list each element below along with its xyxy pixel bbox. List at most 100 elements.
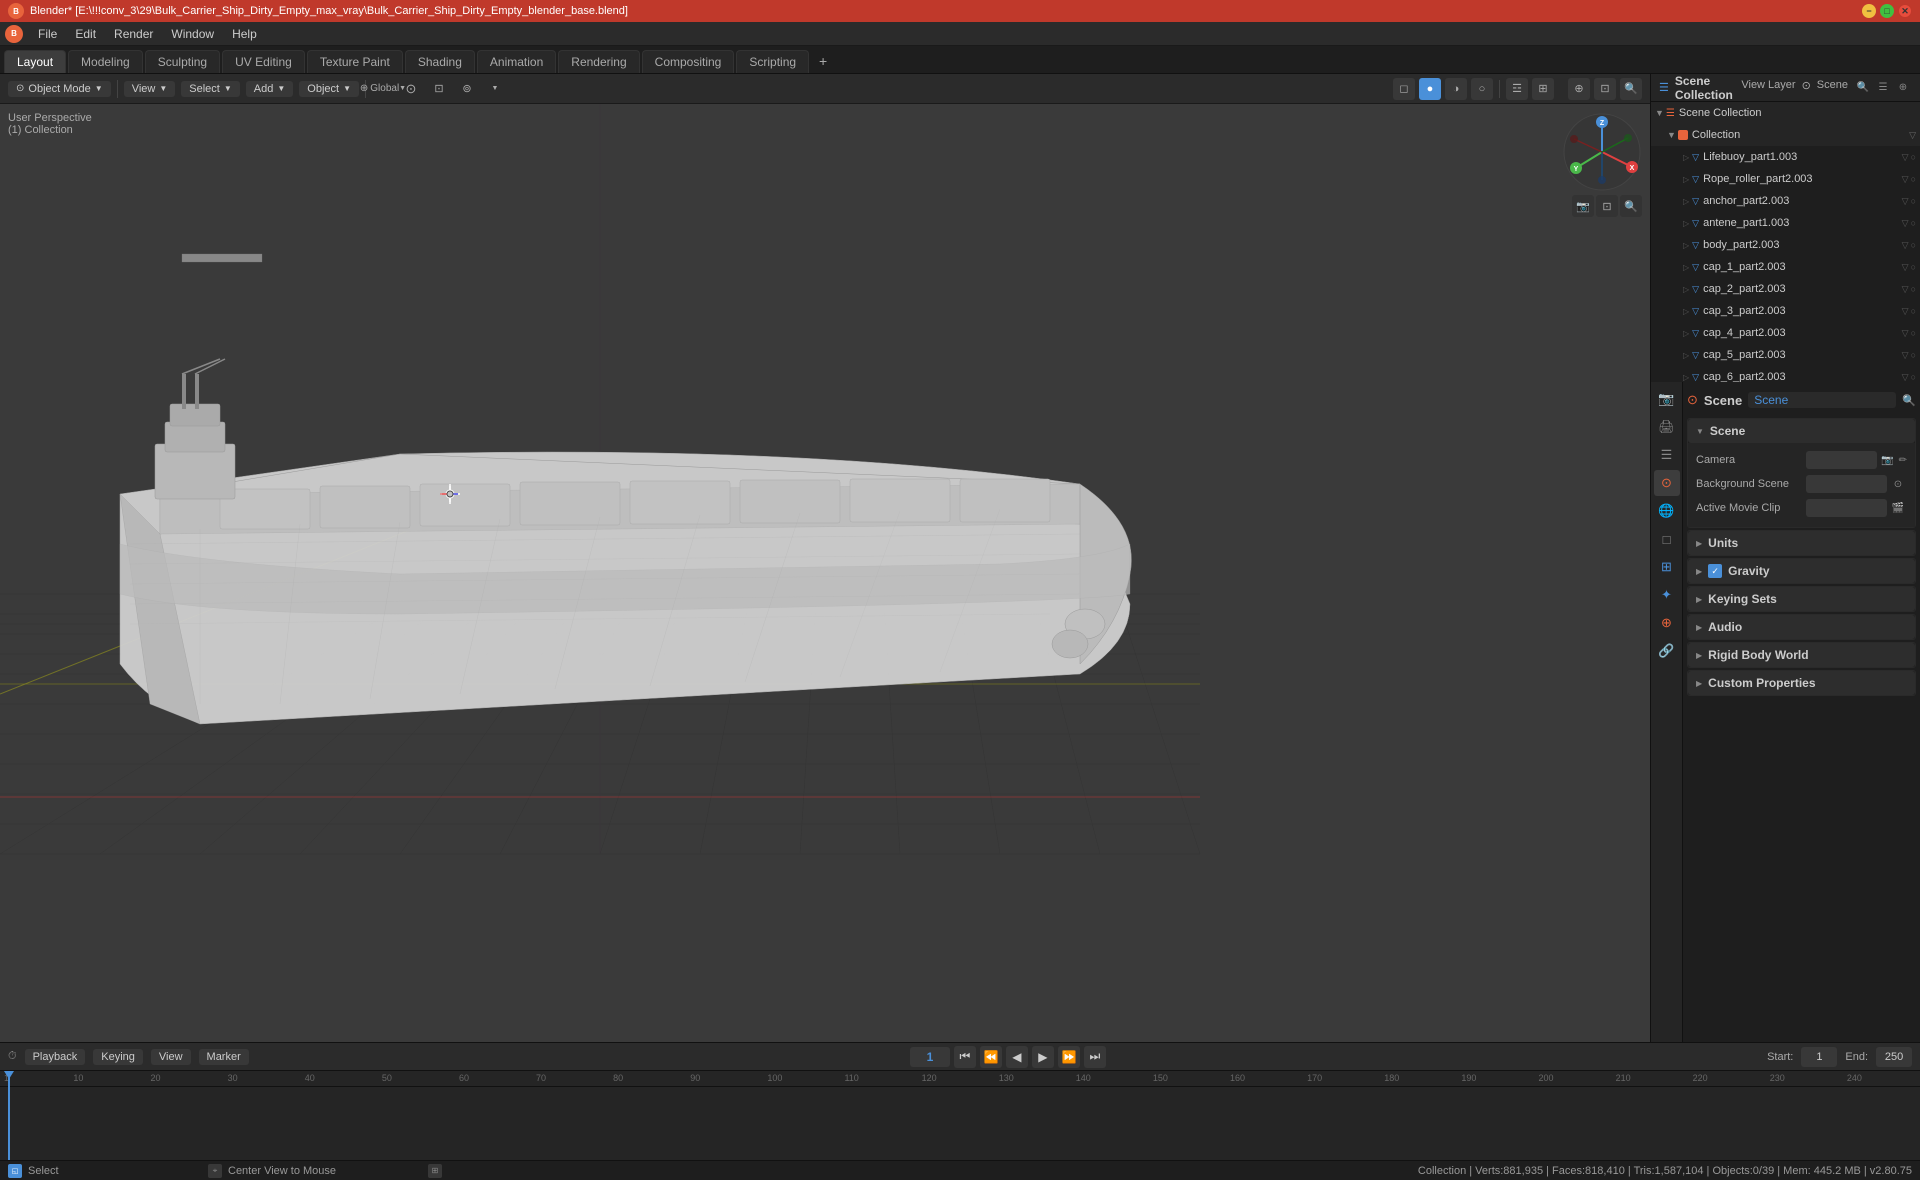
menu-edit[interactable]: Edit	[67, 25, 104, 43]
restrict-viewport-icon[interactable]: ○	[1911, 372, 1916, 382]
gizmo-btn[interactable]: ⊕	[1568, 78, 1590, 100]
restrict-viewport-icon[interactable]: ○	[1911, 262, 1916, 272]
restrict-render-icon[interactable]: ▽	[1902, 152, 1909, 163]
viewport-view-selector[interactable]: View ▼	[124, 81, 176, 97]
world-properties-icon[interactable]: 🌐	[1654, 498, 1680, 524]
viewport-add-selector[interactable]: Add ▼	[246, 81, 294, 97]
play-reverse-btn[interactable]: ◀	[1006, 1046, 1028, 1068]
camera-view-btn[interactable]: 📷	[1572, 195, 1594, 217]
tab-sculpting[interactable]: Sculpting	[145, 50, 220, 73]
end-frame-input[interactable]: 250	[1876, 1047, 1912, 1067]
viewport-3d[interactable]: ⊙ Object Mode ▼ View ▼ Select ▼ Add ▼ Ob…	[0, 74, 1650, 1042]
gravity-section-header[interactable]: ▶ ✓ Gravity	[1688, 559, 1915, 583]
movie-clip-picker-icon[interactable]: 🎬	[1889, 499, 1907, 517]
proportional-btn[interactable]: ⊚	[456, 78, 478, 100]
outliner-item[interactable]: ▷ ▽ body_part2.003 ▽ ○	[1651, 234, 1920, 256]
scene-properties-icon[interactable]: ⊙	[1654, 470, 1680, 496]
camera-edit-icon[interactable]: ✏	[1899, 455, 1907, 466]
overlay-btn[interactable]: ☲	[1506, 78, 1528, 100]
restrict-render-icon[interactable]: ▽	[1902, 306, 1909, 317]
playback-menu[interactable]: Playback	[25, 1049, 86, 1065]
keying-sets-section-header[interactable]: ▶ Keying Sets	[1688, 587, 1915, 611]
outliner-sync-icon[interactable]: ⊕	[1894, 79, 1912, 97]
restrict-render-icon[interactable]: ▽	[1902, 240, 1909, 251]
active-movie-clip-value[interactable]	[1806, 499, 1887, 517]
outliner-content[interactable]: ▼ ☰ Scene Collection ▼ Collection ▽ ▷ ▽ …	[1651, 102, 1920, 382]
pivot-point-btn[interactable]: ⊙	[400, 78, 422, 100]
restrict-viewport-icon[interactable]: ○	[1911, 152, 1916, 162]
menu-file[interactable]: File	[30, 25, 65, 43]
restrict-render-icon[interactable]: ▽	[1902, 328, 1909, 339]
units-section-header[interactable]: ▶ Units	[1688, 531, 1915, 555]
view-layer-properties-icon[interactable]: ☰	[1654, 442, 1680, 468]
background-scene-picker-icon[interactable]: ⊙	[1889, 475, 1907, 493]
restrict-render-icon[interactable]: ▽	[1902, 350, 1909, 361]
outliner-item[interactable]: ▷ ▽ cap_4_part2.003 ▽ ○	[1651, 322, 1920, 344]
tab-compositing[interactable]: Compositing	[642, 50, 735, 73]
timeline-track[interactable]: 1102030405060708090100110120130140150160…	[0, 1071, 1920, 1160]
outliner-filter-icon[interactable]: ☰	[1874, 79, 1892, 97]
tab-texture-paint[interactable]: Texture Paint	[307, 50, 403, 73]
custom-properties-section-header[interactable]: ▶ Custom Properties	[1688, 671, 1915, 695]
navigation-gizmo[interactable]: Z X Y	[1562, 112, 1642, 192]
tab-uv-editing[interactable]: UV Editing	[222, 50, 305, 73]
restrict-render-icon[interactable]: ▽	[1902, 218, 1909, 229]
rendered-shading-btn[interactable]: ○	[1471, 78, 1493, 100]
solid-shading-btn[interactable]: ●	[1419, 78, 1441, 100]
outliner-item[interactable]: ▷ ▽ cap_3_part2.003 ▽ ○	[1651, 300, 1920, 322]
menu-render[interactable]: Render	[106, 25, 161, 43]
outliner-search-icon[interactable]: 🔍	[1854, 79, 1872, 97]
xray-btn[interactable]: ⊞	[1532, 78, 1554, 100]
minimize-button[interactable]: −	[1862, 4, 1876, 18]
render-properties-icon[interactable]: 📷	[1654, 386, 1680, 412]
viewport-search-btn[interactable]: 🔍	[1620, 78, 1642, 100]
restrict-viewport-icon[interactable]: ○	[1911, 306, 1916, 316]
menu-window[interactable]: Window	[163, 25, 222, 43]
lock-view-btn[interactable]: 🔍	[1620, 195, 1642, 217]
viewport-mode-selector[interactable]: ⊙ Object Mode ▼	[8, 81, 111, 97]
global-transform-btn[interactable]: ⊕ Global ▼	[372, 78, 394, 100]
play-btn[interactable]: ▶	[1032, 1046, 1054, 1068]
audio-section-header[interactable]: ▶ Audio	[1688, 615, 1915, 639]
marker-menu[interactable]: Marker	[199, 1049, 249, 1065]
keying-menu[interactable]: Keying	[93, 1049, 143, 1065]
restrict-render-icon[interactable]: ▽	[1902, 196, 1909, 207]
outliner-item[interactable]: ▷ ▽ Rope_roller_part2.003 ▽ ○	[1651, 168, 1920, 190]
next-keyframe-btn[interactable]: ⏩	[1058, 1046, 1080, 1068]
restrict-viewport-icon[interactable]: ○	[1911, 218, 1916, 228]
menu-help[interactable]: Help	[224, 25, 265, 43]
background-scene-value[interactable]	[1806, 475, 1887, 493]
start-frame-input[interactable]: 1	[1801, 1047, 1837, 1067]
object-properties-icon[interactable]: □	[1654, 526, 1680, 552]
outliner-item[interactable]: ▷ ▽ antene_part1.003 ▽ ○	[1651, 212, 1920, 234]
tab-animation[interactable]: Animation	[477, 50, 556, 73]
jump-to-end-btn[interactable]: ⏭	[1084, 1046, 1106, 1068]
outliner-item-collection[interactable]: ▼ Collection ▽	[1651, 124, 1920, 146]
restrict-viewport-icon[interactable]: ○	[1911, 174, 1916, 184]
camera-value[interactable]	[1806, 451, 1877, 469]
outliner-item[interactable]: ▷ ▽ cap_2_part2.003 ▽ ○	[1651, 278, 1920, 300]
restrict-render-icon[interactable]: ▽	[1902, 284, 1909, 295]
outliner-item[interactable]: ▷ ▽ cap_1_part2.003 ▽ ○	[1651, 256, 1920, 278]
viewport-select-selector[interactable]: Select ▼	[181, 81, 240, 97]
outliner-item[interactable]: ▷ ▽ cap_5_part2.003 ▽ ○	[1651, 344, 1920, 366]
outliner-item[interactable]: ▷ ▽ anchor_part2.003 ▽ ○	[1651, 190, 1920, 212]
restrict-render-icon[interactable]: ▽	[1902, 174, 1909, 185]
restrict-viewport-icon[interactable]: ○	[1911, 240, 1916, 250]
physics-properties-icon[interactable]: ⊕	[1654, 610, 1680, 636]
restrict-viewport-icon[interactable]: ○	[1911, 196, 1916, 206]
add-workspace-button[interactable]: +	[811, 49, 835, 73]
restrict-render-icon[interactable]: ▽	[1902, 262, 1909, 273]
tab-scripting[interactable]: Scripting	[736, 50, 809, 73]
restrict-render-icon[interactable]: ▽	[1909, 130, 1916, 141]
restrict-viewport-icon[interactable]: ○	[1911, 284, 1916, 294]
rigid-body-world-section-header[interactable]: ▶ Rigid Body World	[1688, 643, 1915, 667]
wireframe-shading-btn[interactable]: ◻	[1393, 78, 1415, 100]
tab-rendering[interactable]: Rendering	[558, 50, 639, 73]
view-menu[interactable]: View	[151, 1049, 191, 1065]
show-gizmo-btn[interactable]: ⊡	[1594, 78, 1616, 100]
output-properties-icon[interactable]: 🖨	[1654, 414, 1680, 440]
proportional-type-btn[interactable]: ▼	[484, 78, 506, 100]
scene-search-btn[interactable]: 🔍	[1902, 394, 1916, 407]
outliner-item[interactable]: ▷ ▽ Lifebuoy_part1.003 ▽ ○	[1651, 146, 1920, 168]
